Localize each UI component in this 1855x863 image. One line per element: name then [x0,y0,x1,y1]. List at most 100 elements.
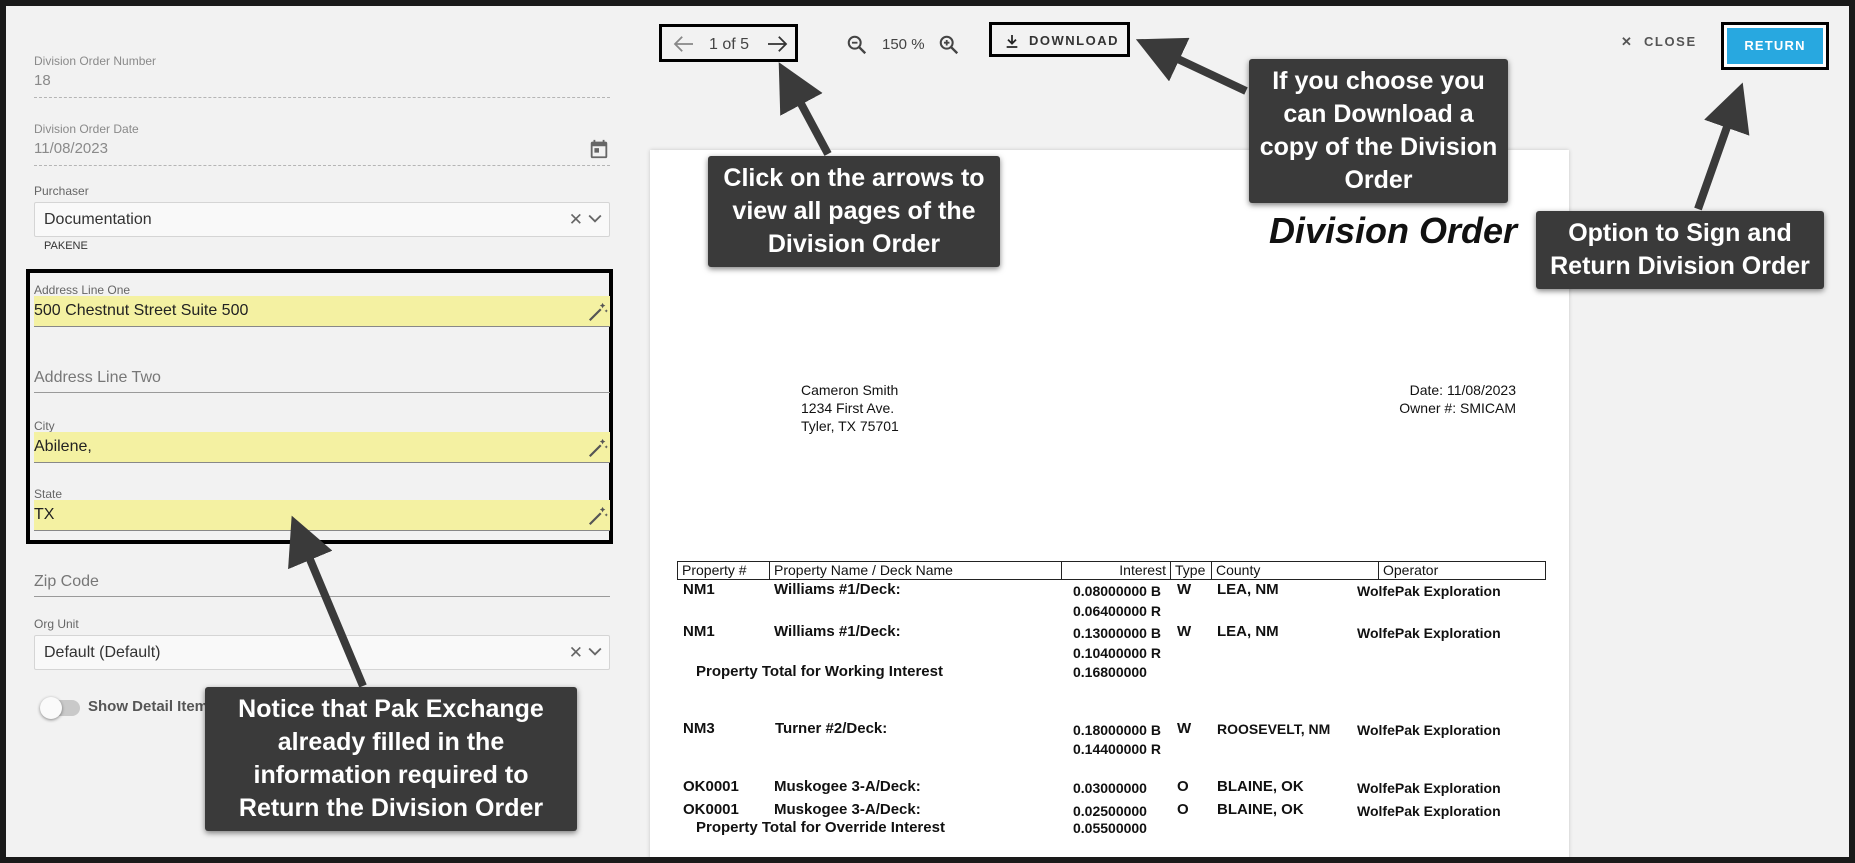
cell-county: BLAINE, OK [1217,801,1304,818]
addressee-name: Cameron Smith [801,382,899,398]
total-label: Property Total for Working Interest [696,663,943,680]
clear-icon[interactable]: ✕ [569,643,583,663]
cell-county: LEA, NM [1217,581,1279,598]
purchaser-code: PAKENE [44,240,88,252]
address-line-two-field[interactable]: Address Line Two [34,364,610,396]
zoom-in-icon[interactable] [938,34,960,56]
callout-arrows: Click on the arrows to view all pages of… [708,156,1000,267]
download-icon [1006,35,1018,48]
cell-interest: 0.18000000 B [1073,722,1161,738]
address-line-one-input[interactable]: 500 Chestnut Street Suite 500 [34,296,610,327]
callout-download: If you choose you can Download a copy of… [1249,59,1508,203]
callout-sign: Option to Sign and Return Division Order [1536,211,1824,289]
org-unit-field: Org Unit Default (Default) ✕ [34,615,610,673]
cell-property: NM1 [683,623,715,640]
zoom-out-icon[interactable] [846,34,868,56]
chevron-down-icon[interactable] [585,640,605,662]
chevron-down-icon[interactable] [585,207,605,229]
document-title: Division Order [1268,210,1517,251]
callout-notice: Notice that Pak Exchange already filled … [205,687,577,831]
cell-interest: 0.03000000 [1073,780,1147,796]
input-value: TX [34,506,55,523]
cell-operator: WolfePak Exploration [1357,780,1501,796]
magic-wand-icon[interactable] [586,437,610,459]
page-navigator: 1 of 5 [659,24,798,62]
column-header: Type [1170,561,1212,580]
cell-operator: WolfePak Exploration [1357,583,1501,599]
input-placeholder: Zip Code [34,573,99,590]
field-label: City [34,419,55,433]
select-value: Default (Default) [44,644,161,661]
city-field[interactable]: City Abilene, [34,417,610,469]
org-unit-select[interactable]: Default (Default) ✕ [34,635,610,670]
zoom-level: 150 % [882,36,925,53]
magic-wand-icon[interactable] [586,505,610,527]
total-value: 0.16800000 [1073,664,1147,680]
total-value: 0.05500000 [1073,820,1147,836]
magic-wand-icon[interactable] [586,301,610,323]
close-button[interactable]: ✕ CLOSE [1621,34,1697,50]
cell-interest: 0.13000000 B [1073,625,1161,641]
purchaser-select[interactable]: Documentation ✕ [34,202,610,237]
cell-type: O [1177,778,1189,795]
cell-property: OK0001 [683,778,739,795]
owner-number: Owner #: SMICAM [1399,400,1516,416]
division-order-number-field: Division Order Number 18 [34,52,610,102]
field-value: 11/08/2023 [34,140,108,157]
address-line-one-field[interactable]: Address Line One 500 Chestnut Street Sui… [34,281,610,333]
cell-county: BLAINE, OK [1217,778,1304,795]
zip-code-field[interactable]: Zip Code [34,568,610,600]
close-label: CLOSE [1643,34,1697,49]
cell-county: ROOSEVELT, NM [1217,721,1331,737]
arrow-to-download [1135,37,1248,95]
download-button[interactable]: DOWNLOAD [989,22,1130,57]
column-header: Interest [1061,561,1171,580]
field-label: Address Line One [34,283,131,297]
cell-interest: 0.06400000 R [1073,603,1161,619]
cell-name: Williams #1/Deck: [774,581,901,598]
state-input[interactable]: TX [34,500,610,531]
divider [34,165,610,166]
clear-icon[interactable]: ✕ [569,210,583,230]
cell-operator: WolfePak Exploration [1357,722,1501,738]
cell-county: LEA, NM [1217,623,1279,640]
cell-operator: WolfePak Exploration [1357,803,1501,819]
cell-operator: WolfePak Exploration [1357,625,1501,641]
close-icon: ✕ [1621,34,1634,49]
total-label: Property Total for Override Interest [696,819,945,836]
page-indicator: 1 of 5 [709,36,750,53]
show-detail-items-toggle[interactable] [40,697,80,719]
cell-name: Muskogee 3-A/Deck: [774,801,921,818]
cell-type: W [1177,623,1192,640]
input-value: Abilene, [34,438,92,455]
field-label: State [34,487,63,501]
show-detail-items-label: Show Detail Items [88,698,217,715]
screenshot-frame: Division Order Number 18 Division Order … [0,0,1855,863]
city-input[interactable]: Abilene, [34,432,610,463]
column-header: County [1211,561,1379,580]
cell-property: NM1 [683,581,715,598]
cell-interest: 0.08000000 B [1073,583,1161,599]
column-header: Property Name / Deck Name [769,561,1062,580]
input-value: 500 Chestnut Street Suite 500 [34,302,249,319]
cell-property: OK0001 [683,801,739,818]
arrow-to-return [1694,82,1750,211]
calendar-icon[interactable] [588,138,610,160]
field-label: Division Order Number [34,54,157,68]
division-order-date-field[interactable]: Division Order Date 11/08/2023 [34,120,610,170]
cell-name: Williams #1/Deck: [774,623,901,640]
state-field[interactable]: State TX [34,485,610,537]
addressee-street: 1234 First Ave. [801,400,895,416]
field-label: Division Order Date [34,122,139,136]
download-label: DOWNLOAD [1029,33,1119,48]
purchaser-field: Purchaser Documentation ✕ PAKENE [34,182,610,258]
toggle-knob [40,697,62,719]
input-placeholder: Address Line Two [34,369,161,386]
document-date: Date: 11/08/2023 [1409,382,1516,398]
arrow-left-icon[interactable] [673,35,695,53]
cell-name: Muskogee 3-A/Deck: [774,778,921,795]
cell-interest: 0.02500000 [1073,803,1147,819]
arrow-right-icon[interactable] [766,35,788,53]
return-button[interactable]: RETURN [1721,22,1829,70]
select-value: Documentation [44,211,152,228]
